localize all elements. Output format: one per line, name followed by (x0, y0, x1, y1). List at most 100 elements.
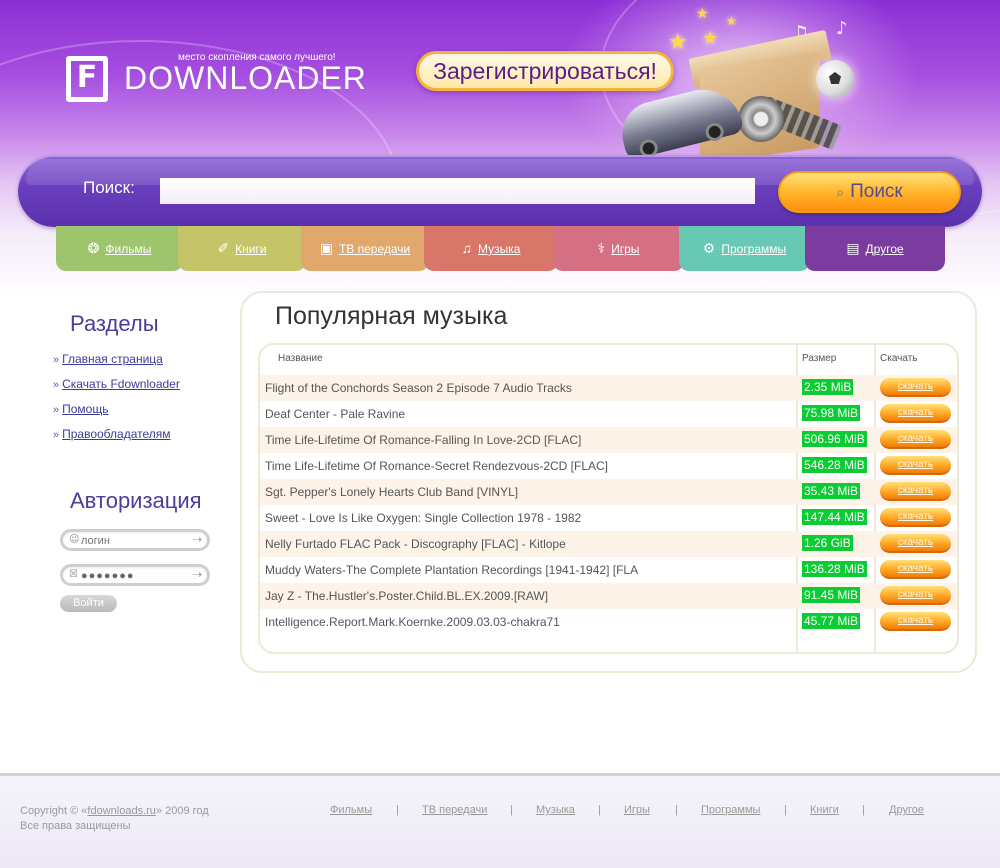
category-tab-other[interactable]: ▤ Другое (805, 226, 945, 271)
document-icon: ▤ (846, 240, 860, 256)
arrow-right-icon: ⇢ (192, 568, 202, 581)
column-header-download[interactable]: Скачать (880, 353, 918, 364)
star-icon: ★ (668, 30, 688, 55)
category-link[interactable]: ТВ передачи (339, 242, 410, 256)
footer-link-music[interactable]: Музыка (536, 804, 575, 816)
download-button[interactable]: скачать (880, 612, 951, 631)
table-row: Nelly Furtado FLAC Pack - Discography [F… (260, 531, 957, 557)
footer-link-other[interactable]: Другое (889, 804, 924, 816)
track-name[interactable]: Jay Z - The.Hustler's.Poster.Child.BL.EX… (265, 589, 793, 603)
file-size-badge: 136.28 MiB (802, 561, 867, 577)
track-name[interactable]: Flight of the Conchords Season 2 Episode… (265, 381, 793, 395)
search-button[interactable]: ⌕ Поиск (778, 171, 961, 213)
category-tab-films[interactable]: ❂ Фильмы (56, 226, 183, 271)
sidebar-link-help[interactable]: Помощь (62, 402, 108, 416)
table-row: Jay Z - The.Hustler's.Poster.Child.BL.EX… (260, 583, 957, 609)
category-link[interactable]: Фильмы (105, 242, 151, 256)
site-link[interactable]: fdownloads.ru (87, 805, 156, 817)
arrow-right-icon: ⇢ (192, 533, 202, 546)
footer-separator: | (396, 804, 399, 816)
film-reel-illustration (738, 96, 784, 142)
download-button[interactable]: скачать (880, 404, 951, 423)
file-size-badge: 147.44 MiB (802, 509, 867, 525)
track-name[interactable]: Sweet - Love Is Like Oxygen: Single Coll… (265, 511, 793, 525)
tv-icon: ▣ (319, 240, 333, 256)
category-tab-software[interactable]: ⚙ Программы (679, 226, 810, 271)
music-note-icon: ♪ (836, 18, 848, 39)
logo-mark-icon: F (66, 56, 108, 102)
track-name[interactable]: Nelly Furtado FLAC Pack - Discography [F… (265, 537, 793, 551)
track-name[interactable]: Deaf Center - Pale Ravine (265, 407, 793, 421)
download-button[interactable]: скачать (880, 586, 951, 605)
footer-link-games[interactable]: Игры (624, 804, 650, 816)
table-row: Sgt. Pepper's Lonely Hearts Club Band [V… (260, 479, 957, 505)
book-icon: ✐ (217, 240, 230, 256)
download-button[interactable]: скачать (880, 508, 951, 527)
track-name[interactable]: Sgt. Pepper's Lonely Hearts Club Band [V… (265, 485, 793, 499)
track-name[interactable]: Time Life-Lifetime Of Romance-Secret Ren… (265, 459, 793, 473)
footer-link-tv[interactable]: ТВ передачи (422, 804, 487, 816)
track-name[interactable]: Time Life-Lifetime Of Romance-Falling In… (265, 433, 793, 447)
footer-link-films[interactable]: Фильмы (330, 804, 372, 816)
user-icon: ☺ (69, 534, 80, 545)
search-bar: Поиск: ⌕ Поиск (18, 155, 982, 227)
table-row: Muddy Waters-The Complete Plantation Rec… (260, 557, 957, 583)
category-link[interactable]: Книги (235, 242, 266, 256)
download-button[interactable]: скачать (880, 534, 951, 553)
search-icon: ⌕ (836, 184, 845, 200)
column-header-size[interactable]: Размер (802, 353, 836, 364)
category-nav: ❂ Фильмы ✐ Книги ▣ ТВ передачи ♫ Музыка ⚕ Игр… (56, 226, 945, 271)
download-button[interactable]: скачать (880, 378, 951, 397)
file-size-badge: 45.77 MiB (802, 613, 861, 629)
table-row: Flight of the Conchords Season 2 Episode… (260, 375, 957, 401)
login-field[interactable]: ☺ ⇢ (60, 529, 210, 551)
category-tab-books[interactable]: ✐ Книги (178, 226, 306, 271)
category-link[interactable]: Программы (721, 242, 786, 256)
file-size-badge: 91.45 MiB (802, 587, 861, 603)
footer-link-software[interactable]: Программы (701, 804, 760, 816)
auth-title: Авторизация (70, 488, 202, 513)
sidebar-link-rightsholders[interactable]: Правообладателям (62, 427, 170, 441)
table-row: Time Life-Lifetime Of Romance-Falling In… (260, 427, 957, 453)
register-button[interactable]: Зарегистрироваться! (416, 51, 674, 91)
footer-separator: | (598, 804, 601, 816)
rights-text: Все права защищены (20, 820, 131, 832)
category-link[interactable]: Музыка (478, 242, 520, 256)
category-link[interactable]: Игры (611, 242, 639, 256)
download-button[interactable]: скачать (880, 482, 951, 501)
search-input[interactable] (160, 178, 755, 204)
sidebar-link-home[interactable]: Главная страница (62, 352, 163, 366)
column-header-name[interactable]: Название (278, 353, 323, 364)
password-input[interactable] (81, 568, 193, 584)
category-tab-music[interactable]: ♫ Музыка (424, 226, 558, 271)
list-item: » Правообладателям (53, 427, 180, 452)
copyright-prefix: Copyright © « (20, 805, 88, 817)
download-button[interactable]: скачать (880, 456, 951, 475)
list-item: » Главная страница (53, 352, 180, 377)
password-field[interactable]: ☒ ⇢ (60, 564, 210, 586)
copyright-suffix: » 2009 год (155, 805, 209, 817)
page-title: Популярная музыка (275, 302, 508, 330)
file-size-badge: 35.43 MiB (802, 483, 861, 499)
footer-link-books[interactable]: Книги (810, 804, 839, 816)
category-tab-tv[interactable]: ▣ ТВ передачи (301, 226, 429, 271)
login-input[interactable] (81, 533, 193, 549)
sidebar-link-download[interactable]: Скачать Fdownloader (62, 377, 180, 391)
download-button[interactable]: скачать (880, 560, 951, 579)
table-row: Deaf Center - Pale Ravine 75.98 MiB скачат… (260, 401, 957, 427)
gears-icon: ⚙ (702, 240, 716, 256)
category-tab-games[interactable]: ⚕ Игры (553, 226, 684, 271)
search-label: Поиск: (83, 178, 135, 197)
category-link[interactable]: Другое (866, 242, 904, 256)
footer-separator: | (510, 804, 513, 816)
list-item: » Скачать Fdownloader (53, 377, 180, 402)
track-name[interactable]: Muddy Waters-The Complete Plantation Rec… (265, 563, 793, 577)
login-button[interactable]: Войти (60, 595, 117, 612)
track-name[interactable]: Intelligence.Report.Mark.Koernke.2009.03… (265, 615, 793, 629)
sections-list: » Главная страница » Скачать Fdownloader »… (53, 352, 180, 452)
site-tagline: место скопления самого лучшего! (178, 52, 336, 63)
music-table: Название Размер Скачать Flight of the Co… (258, 343, 959, 654)
footer-separator: | (862, 804, 865, 816)
footer-separator: | (784, 804, 787, 816)
download-button[interactable]: скачать (880, 430, 951, 449)
